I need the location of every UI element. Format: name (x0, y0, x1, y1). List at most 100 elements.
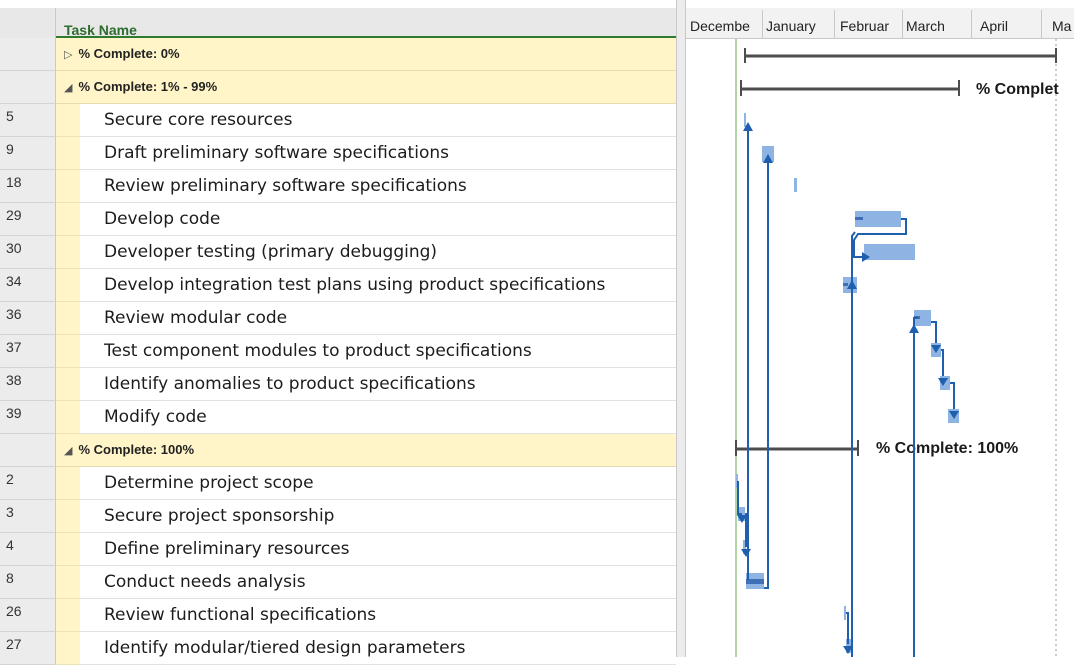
task-id-cell[interactable]: 5 (0, 104, 56, 137)
group-header-label: ◢ % Complete: 1% - 99% (64, 79, 217, 94)
task-sheet: Task Name ▷ % Complete: 0% ◢ % Complete: 1%… (0, 0, 676, 665)
group-header-row[interactable]: ▷ % Complete: 0% (0, 38, 676, 71)
task-id-cell[interactable]: 2 (0, 467, 56, 500)
group-header-label: ▷ % Complete: 0% (64, 46, 180, 61)
task-row[interactable]: 39 Modify code (0, 401, 676, 434)
task-name-cell[interactable]: Review preliminary software specificatio… (80, 170, 676, 203)
task-name: Identify modular/tiered design parameter… (104, 638, 466, 658)
task-row[interactable]: 2 Determine project scope (0, 467, 676, 500)
group-header-row[interactable]: ◢ % Complete: 1% - 99% (0, 71, 676, 104)
link-arrowheads (737, 122, 959, 654)
group-indent (56, 401, 80, 434)
task-id-cell[interactable]: 39 (0, 401, 56, 434)
task-id-cell[interactable]: 4 (0, 533, 56, 566)
summary-label: % Complete: 100% (876, 440, 1018, 457)
group-indent (56, 236, 80, 269)
task-id-cell[interactable]: 36 (0, 302, 56, 335)
task-id-cell[interactable]: 8 (0, 566, 56, 599)
task-id-cell[interactable]: 29 (0, 203, 56, 236)
task-name-cell[interactable]: Review functional specifications (80, 599, 676, 632)
task-id-cell[interactable]: 27 (0, 632, 56, 665)
row-number-cell[interactable] (0, 434, 56, 467)
gantt-chart: Decembe January Februar March April Ma %… (686, 0, 1074, 657)
task-row[interactable]: 9 Draft preliminary software specificatio… (0, 137, 676, 170)
task-name: Review modular code (104, 308, 288, 328)
group-indent (56, 467, 80, 500)
task-name-cell[interactable]: Secure core resources (80, 104, 676, 137)
task-row[interactable]: 5 Secure core resources (0, 104, 676, 137)
task-id-cell[interactable]: 3 (0, 500, 56, 533)
task-name-cell[interactable]: Modify code (80, 401, 676, 434)
task-row[interactable]: 29 Develop code (0, 203, 676, 236)
task-name-cell[interactable]: Review modular code (80, 302, 676, 335)
task-row[interactable]: 8 Conduct needs analysis (0, 566, 676, 599)
task-name: Determine project scope (104, 473, 314, 493)
task-row[interactable]: 37 Test component modules to product spec… (0, 335, 676, 368)
task-id-cell[interactable]: 34 (0, 269, 56, 302)
group-label: % Complete: 0% (78, 46, 180, 61)
task-progress-bars (746, 217, 920, 584)
group-indent (56, 269, 80, 302)
task-id-cell[interactable]: 38 (0, 368, 56, 401)
group-indent (56, 500, 80, 533)
task-row[interactable]: 38 Identify anomalies to product specific… (0, 368, 676, 401)
task-row[interactable]: 34 Develop integration test plans using p… (0, 269, 676, 302)
select-all-corner[interactable] (0, 8, 56, 38)
task-id-cell[interactable]: 37 (0, 335, 56, 368)
task-name-cell[interactable]: Determine project scope (80, 467, 676, 500)
task-id-cell[interactable]: 26 (0, 599, 56, 632)
group-label: % Complete: 100% (78, 442, 195, 457)
task-row[interactable]: 4 Define preliminary resources (0, 533, 676, 566)
task-name-cell[interactable]: Identify anomalies to product specificat… (80, 368, 676, 401)
task-name: Modify code (104, 407, 207, 427)
task-name: Conduct needs analysis (104, 572, 306, 592)
task-name-cell[interactable]: Draft preliminary software specification… (80, 137, 676, 170)
task-name: Secure core resources (104, 110, 293, 130)
task-name: Define preliminary resources (104, 539, 350, 559)
task-id-cell[interactable]: 30 (0, 236, 56, 269)
pane-divider[interactable] (676, 0, 686, 657)
task-name-cell[interactable]: Define preliminary resources (80, 533, 676, 566)
task-name-cell[interactable]: Develop integration test plans using pro… (80, 269, 676, 302)
group-indent (56, 170, 80, 203)
summary-label: % Complet (976, 81, 1059, 98)
task-name-cell[interactable]: Conduct needs analysis (80, 566, 676, 599)
task-name-cell[interactable]: Secure project sponsorship (80, 500, 676, 533)
task-name-cell[interactable]: Test component modules to product specif… (80, 335, 676, 368)
gantt-canvas: % Complet % Complete: 100% (735, 39, 1059, 657)
summary-bar-group-1-99 (740, 80, 960, 96)
column-header-task-name[interactable]: Task Name (56, 8, 676, 38)
group-toggle-icon[interactable]: ▷ (64, 49, 72, 61)
task-name: Secure project sponsorship (104, 506, 335, 526)
task-row[interactable]: 3 Secure project sponsorship (0, 500, 676, 533)
task-row[interactable]: 18 Review preliminary software specificat… (0, 170, 676, 203)
group-toggle-icon[interactable]: ◢ (64, 82, 72, 94)
group-indent (56, 566, 80, 599)
task-name: Develop code (104, 209, 221, 229)
dependency-links (737, 130, 955, 657)
task-name-cell[interactable]: Developer testing (primary debugging) (80, 236, 676, 269)
task-bar-30 (864, 244, 915, 260)
task-row[interactable]: 36 Review modular code (0, 302, 676, 335)
task-bar-5 (744, 113, 746, 127)
task-name: Review functional specifications (104, 605, 377, 625)
task-name: Test component modules to product specif… (104, 341, 532, 361)
task-row[interactable]: 26 Review functional specifications (0, 599, 676, 632)
task-bar-18 (794, 178, 797, 192)
group-indent (56, 203, 80, 236)
task-row[interactable]: 30 Developer testing (primary debugging) (0, 236, 676, 269)
task-id-cell[interactable]: 18 (0, 170, 56, 203)
task-id-cell[interactable]: 9 (0, 137, 56, 170)
row-number-cell[interactable] (0, 38, 56, 71)
group-indent (56, 302, 80, 335)
group-header-row[interactable]: ◢ % Complete: 100% (0, 434, 676, 467)
group-toggle-icon[interactable]: ◢ (64, 445, 72, 457)
group-indent (56, 599, 80, 632)
task-name-cell[interactable]: Identify modular/tiered design parameter… (80, 632, 676, 665)
task-name: Identify anomalies to product specificat… (104, 374, 476, 394)
task-row[interactable]: 27 Identify modular/tiered design paramet… (0, 632, 676, 665)
row-number-cell[interactable] (0, 71, 56, 104)
summary-bar-group-100 (735, 440, 859, 456)
task-name-cell[interactable]: Develop code (80, 203, 676, 236)
group-indent (56, 137, 80, 170)
